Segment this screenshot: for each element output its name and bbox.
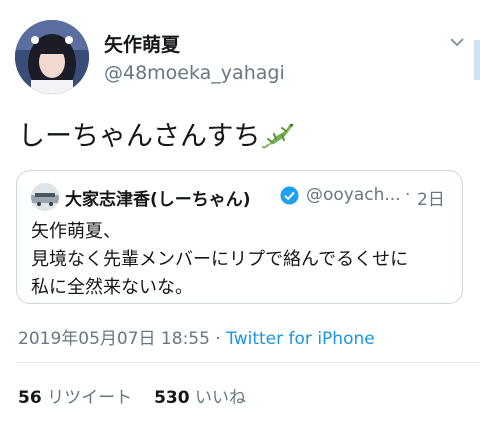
likes-stat[interactable]: 530 いいね xyxy=(154,383,246,408)
quoted-tweet[interactable]: 大家志津香(しーちゃん) @ooyach... · 2日 矢作萌夏、 見境なく先… xyxy=(16,170,463,304)
verified-badge-icon xyxy=(280,186,299,205)
chevron-down-icon[interactable] xyxy=(448,34,466,48)
meta-separator: · xyxy=(209,329,227,349)
divider xyxy=(16,362,480,363)
lizard-emoji-icon xyxy=(262,117,296,151)
tweet-card: 矢作萌夏 @48moeka_yahagi しーちゃんさんすち 大家志津香(しーち… xyxy=(0,0,480,438)
display-name[interactable]: 矢作萌夏 xyxy=(104,30,180,57)
quoted-screen-name: @ooyach... xyxy=(306,185,401,205)
tweet-text-content: しーちゃんさんすち xyxy=(18,121,261,152)
quoted-display-name: 大家志津香(しーちゃん) xyxy=(65,190,251,210)
avatar[interactable] xyxy=(15,20,89,94)
retweets-count: 56 xyxy=(18,388,42,408)
likes-count: 530 xyxy=(154,388,190,408)
tweet-stats: 56 リツイート 530 いいね xyxy=(18,383,246,408)
quoted-text-line: 私に全然来ないな。 xyxy=(31,277,193,298)
tweet-meta: 2019年05月07日 18:55 · Twitter for iPhone xyxy=(18,324,375,349)
quoted-avatar[interactable] xyxy=(31,183,59,211)
tweet-text: しーちゃんさんすち xyxy=(18,114,296,153)
scrollbar[interactable] xyxy=(474,40,480,80)
retweets-stat[interactable]: 56 リツイート xyxy=(18,383,132,408)
retweets-label: リツイート xyxy=(47,388,133,408)
quoted-separator: · xyxy=(405,185,411,205)
quoted-text-line: 矢作萌夏、 xyxy=(31,221,121,242)
timestamp[interactable]: 2019年05月07日 18:55 xyxy=(18,329,210,349)
source-link[interactable]: Twitter for iPhone xyxy=(226,329,375,349)
quoted-time[interactable]: 2日 xyxy=(417,185,445,210)
avatar-image xyxy=(15,20,89,94)
screen-name[interactable]: @48moeka_yahagi xyxy=(104,62,285,84)
quoted-text-line: 見境なく先輩メンバーにリプで絡んでるくせに xyxy=(31,249,409,270)
likes-label: いいね xyxy=(194,388,246,408)
